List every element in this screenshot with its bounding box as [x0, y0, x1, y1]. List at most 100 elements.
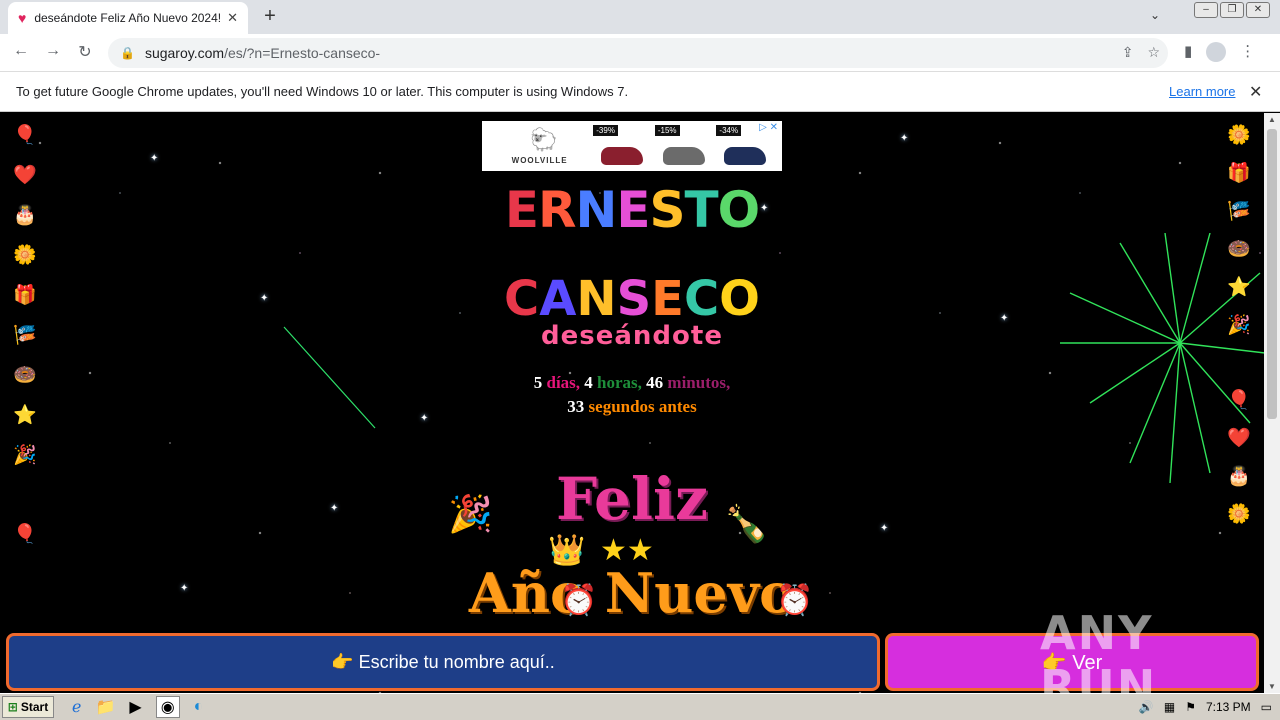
minimize-button[interactable]: – [1194, 2, 1218, 18]
forward-icon[interactable]: → [42, 42, 64, 60]
days-label: días, [546, 373, 581, 392]
profile-avatar[interactable] [1206, 42, 1227, 62]
scroll-up-icon[interactable]: ▲ [1268, 115, 1276, 124]
donut-icon: 🍩 [1227, 239, 1251, 260]
clock[interactable]: 7:13 PM [1206, 700, 1251, 714]
name-letter: C [504, 271, 540, 327]
taskbar-apps: ℯ 📁 ▶ ◉ ◐ [72, 696, 203, 718]
first-name: ERNESTO [0, 181, 1264, 239]
browser-toolbar: ← → ↻ 🔒 sugaroy.com /es/?n=Ernesto-canse… [0, 34, 1280, 72]
name-letter: R [537, 181, 577, 239]
ad-brand: WOOLVILLE [511, 155, 568, 165]
seconds-label: segundos antes [588, 397, 697, 416]
minutes-label: minutos, [667, 373, 731, 392]
media-player-icon[interactable]: ▶ [129, 697, 141, 717]
balloons-icon: 🎈 [13, 125, 37, 146]
learn-more-link[interactable]: Learn more [1169, 84, 1235, 99]
restore-button[interactable]: ❐ [1220, 2, 1244, 18]
window-close-button[interactable]: ✕ [1246, 2, 1270, 18]
window-controls: – ❐ ✕ [1194, 2, 1270, 18]
infobar-close-icon[interactable]: ✕ [1249, 82, 1262, 102]
tab-active[interactable]: ♥ deseándote Feliz Año Nuevo 2024! ✕ [8, 2, 248, 34]
omnibox-icons: ⇪ ☆ [1122, 44, 1160, 61]
minutes-value: 46 [646, 373, 664, 392]
explorer-folder-icon[interactable]: 📁 [95, 697, 115, 717]
name-letter: O [719, 271, 760, 327]
update-infobar: To get future Google Chrome updates, you… [0, 72, 1280, 112]
countdown: 5 días, 4 horas, 46 minutos, 33 segundos… [0, 371, 1264, 419]
name-letter: C [683, 271, 720, 327]
action-center-flag-icon[interactable]: ⚑ [1185, 700, 1196, 714]
name-letter: E [651, 271, 684, 327]
ad-choices-icon[interactable]: ▷ ✕ [759, 122, 778, 133]
windows-logo-icon: ⊞ [7, 700, 18, 714]
ie-icon[interactable]: ℯ [72, 697, 81, 717]
days-value: 5 [533, 373, 543, 392]
infobar-message: To get future Google Chrome updates, you… [16, 84, 629, 99]
network-icon[interactable]: ▦ [1164, 700, 1175, 714]
sparkle-icon: ✦ [900, 133, 909, 144]
wish-text: deseándote [541, 321, 723, 351]
sheep-logo-icon: 🐑 [530, 127, 558, 152]
hours-value: 4 [584, 373, 593, 392]
tab-search-icon[interactable]: ⌄ [1150, 8, 1160, 22]
hearts-icon: ❤️ [1227, 428, 1251, 449]
page-scrollbar[interactable]: ▲ ▼ [1264, 113, 1280, 693]
share-icon[interactable]: ⇪ [1122, 44, 1134, 61]
show-desktop-icon[interactable]: ▭ [1261, 700, 1272, 714]
url-path: /es/?n=Ernesto-canseco- [224, 45, 381, 61]
volume-icon[interactable]: 🔊 [1139, 700, 1154, 714]
seconds-value: 33 [567, 397, 585, 416]
reload-icon[interactable]: ↻ [74, 42, 96, 62]
tab-title: deseándote Feliz Año Nuevo 2024! [34, 11, 222, 25]
windows-taskbar: ⊞ Start ℯ 📁 ▶ ◉ ◐ 🔊 ▦ ⚑ 7:13 PM ▭ [0, 693, 1280, 720]
name-letter: N [576, 271, 617, 327]
chrome-icon[interactable]: ◉ [155, 696, 180, 718]
name-letter: S [649, 181, 686, 239]
slipper-image [662, 147, 705, 165]
edge-icon[interactable]: ◐ [194, 698, 204, 716]
tab-close-icon[interactable]: ✕ [227, 10, 238, 26]
name-letter: N [575, 181, 618, 239]
url-host: sugaroy.com [144, 45, 225, 61]
side-panel-icon[interactable]: ▮ [1184, 42, 1192, 62]
sparkle-icon: ✦ [150, 153, 159, 164]
scroll-thumb[interactable] [1267, 129, 1277, 419]
feliz-text: Feliz [556, 465, 708, 533]
scroll-down-icon[interactable]: ▼ [1268, 682, 1276, 691]
name-input-button[interactable]: 👉 Escribe tu nombre aquí.. [6, 633, 880, 691]
last-name: CANSECO [0, 271, 1264, 327]
slipper-image [601, 147, 644, 165]
discount-badge: -39% [593, 125, 618, 136]
hours-label: horas, [597, 373, 642, 392]
tab-strip: ♥ deseándote Feliz Año Nuevo 2024! ✕ + ⌄… [0, 0, 1280, 34]
lock-icon: 🔒 [120, 46, 135, 60]
name-letter: S [616, 271, 652, 327]
menu-icon[interactable]: ⋮ [1240, 42, 1255, 62]
start-button[interactable]: ⊞ Start [2, 696, 54, 718]
discount-badge: -15% [654, 125, 680, 136]
flowers-icon: 🌼 [13, 245, 37, 266]
name-letter: E [504, 181, 539, 239]
heart-icon: ♥ [18, 10, 27, 26]
alarm-clock-icon: ⏰ [776, 584, 814, 617]
new-tab-button[interactable]: + [258, 5, 282, 28]
flowers-icon: 🌼 [1227, 125, 1251, 146]
name-letter: T [684, 181, 719, 239]
alarm-clock-icon: ⏰ [560, 584, 598, 617]
toolbar-right: ▮ ⋮ [1184, 42, 1255, 62]
start-label: Start [20, 700, 49, 714]
party-popper-icon: 🎉 [13, 445, 37, 466]
address-bar[interactable]: 🔒 sugaroy.com /es/?n=Ernesto-canseco- ⇪ … [108, 38, 1168, 68]
ad-product[interactable]: -39% [593, 123, 651, 169]
ad-banner[interactable]: 🐑 WOOLVILLE -39% -15% -34% ▷ ✕ [482, 121, 782, 171]
boot-image [724, 147, 767, 165]
ad-product[interactable]: -15% [654, 123, 713, 169]
name-letter: E [616, 181, 650, 239]
back-icon[interactable]: ← [10, 42, 32, 60]
discount-badge: -34% [716, 125, 742, 136]
name-letter: A [539, 271, 577, 327]
system-tray: 🔊 ▦ ⚑ 7:13 PM ▭ [1131, 695, 1280, 719]
bookmark-star-icon[interactable]: ☆ [1147, 44, 1160, 61]
name-letter: O [717, 181, 761, 239]
